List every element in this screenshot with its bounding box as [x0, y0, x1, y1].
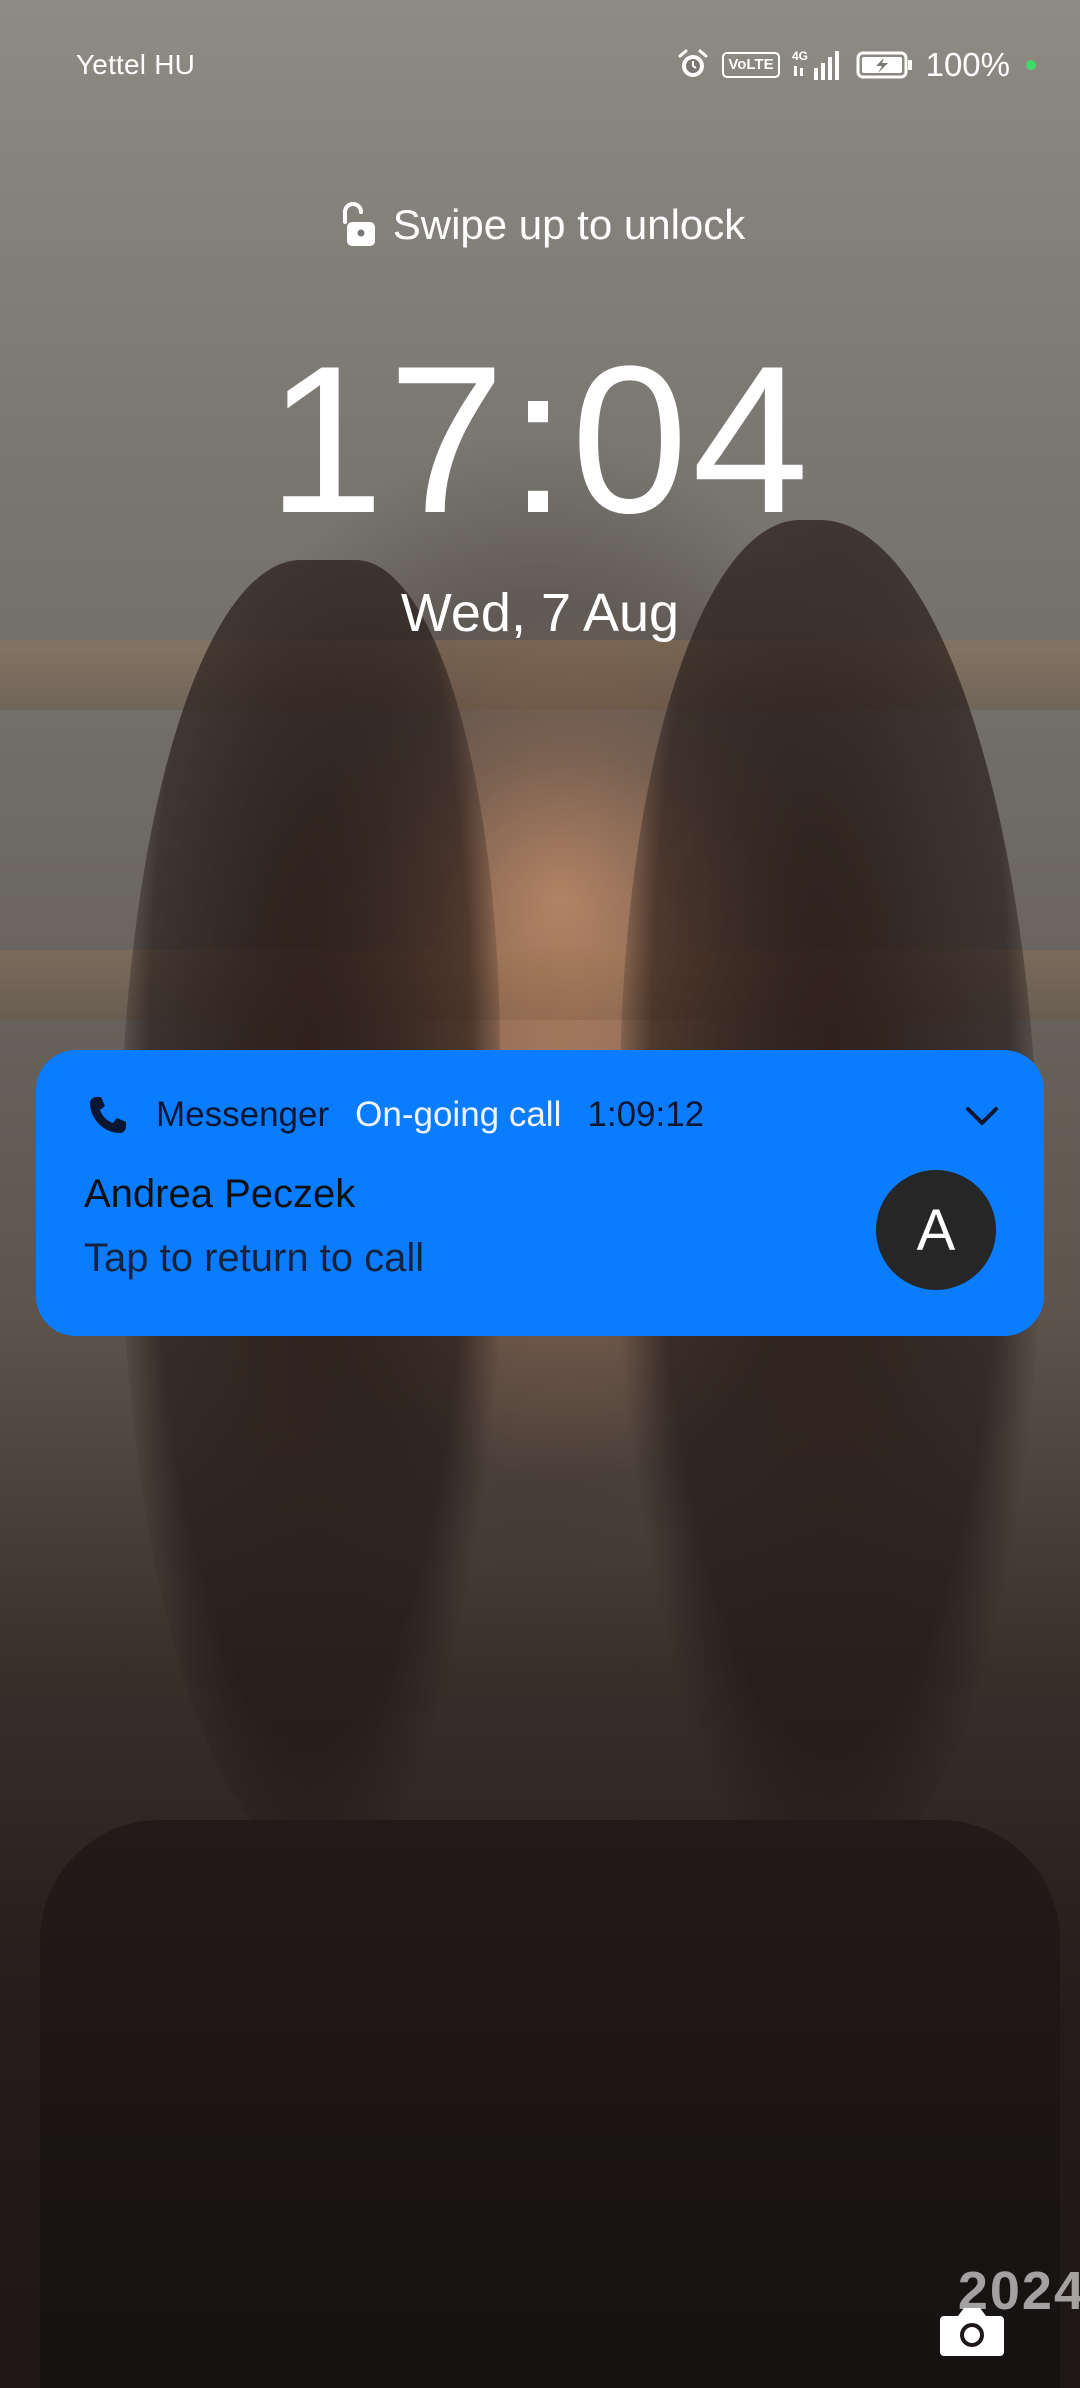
wallpaper-garment [40, 1820, 1060, 2388]
network-type-label: 4G [792, 49, 808, 63]
camera-icon[interactable] [938, 2302, 1006, 2358]
call-notification[interactable]: Messenger On-going call 1:09:12 Andrea P… [36, 1050, 1044, 1336]
alarm-icon [678, 49, 708, 77]
status-icons: VoLTE 4G 100% [676, 46, 1036, 84]
lock-screen[interactable]: Yettel HU VoLTE 4G 100% Swipe up to unlo… [0, 0, 1080, 2388]
lock-date: Wed, 7 Aug [400, 583, 680, 643]
chevron-down-icon[interactable] [960, 1094, 1004, 1138]
notification-app-name: Messenger [156, 1095, 330, 1134]
notification-title: Andrea Peczek [84, 1172, 356, 1216]
volte-icon: VoLTE [722, 52, 780, 78]
phone-icon [90, 1097, 126, 1133]
signal-icon: 4G [792, 49, 839, 80]
green-dot-indicator [1026, 60, 1036, 70]
avatar: A [876, 1170, 996, 1290]
unlocked-lock-icon [342, 202, 375, 246]
swipe-unlock-hint[interactable]: Swipe up to unlock [0, 200, 1080, 250]
call-timer: 1:09:12 [587, 1095, 705, 1134]
battery-percent: 100% [925, 46, 1010, 83]
carrier-name: Yettel HU [76, 49, 196, 80]
unlock-hint-text: Swipe up to unlock [392, 201, 746, 248]
notification-status: On-going call [355, 1095, 562, 1134]
status-bar: Yettel HU VoLTE 4G 100% [76, 40, 1036, 90]
notification-header: Messenger On-going call 1:09:12 [86, 1090, 1004, 1140]
notification-text: Tap to return to call [84, 1236, 425, 1280]
battery-charging-icon [856, 51, 912, 79]
lock-clock: 17:04 [267, 322, 813, 557]
